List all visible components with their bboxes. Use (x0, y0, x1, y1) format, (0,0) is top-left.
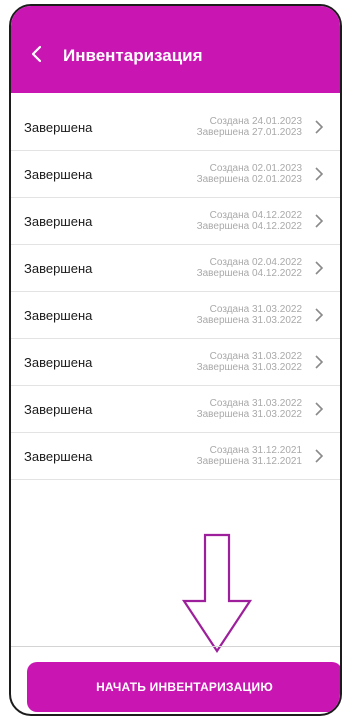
page-title: Инвентаризация (63, 46, 203, 65)
completed-date: Завершена 31.03.2022 (196, 362, 302, 373)
status-label: Завершена (24, 213, 93, 229)
chevron-right-icon (315, 355, 324, 369)
completed-date: Завершена 02.01.2023 (196, 174, 302, 185)
status-label: Завершена (24, 354, 93, 370)
created-date: Создана 31.03.2022 (209, 398, 302, 409)
completed-date: Завершена 31.12.2021 (196, 456, 302, 467)
created-date: Создана 02.04.2022 (209, 257, 302, 268)
down-arrow-icon (181, 533, 253, 653)
back-button[interactable] (23, 41, 49, 67)
status-label: Завершена (24, 166, 93, 182)
created-date: Создана 02.01.2023 (209, 163, 302, 174)
completed-date: Завершена 27.01.2023 (196, 127, 302, 138)
status-label: Завершена (24, 260, 93, 276)
created-date: Создана 31.03.2022 (209, 304, 302, 315)
chevron-right-icon (315, 308, 324, 322)
completed-date: Завершена 31.03.2022 (196, 409, 302, 420)
start-inventory-button[interactable]: НАЧАТЬ ИНВЕНТАРИЗАЦИЮ (27, 662, 340, 712)
status-label: Завершена (24, 119, 93, 135)
chevron-right-icon (315, 214, 324, 228)
completed-date: Завершена 04.12.2022 (196, 268, 302, 279)
dates: Создана 24.01.2023 Завершена 27.01.2023 (197, 116, 302, 138)
status-label: Завершена (24, 401, 93, 417)
list-item[interactable]: Завершена Создана 31.12.2021 Завершена 3… (11, 433, 340, 480)
inventory-list: Завершена Создана 24.01.2023 Завершена 2… (11, 104, 340, 480)
app-header: Инвентаризация (11, 6, 340, 93)
dates: Создана 31.03.2022 Завершена 31.03.2022 (197, 398, 302, 420)
dates: Создана 02.01.2023 Завершена 02.01.2023 (197, 163, 302, 185)
status-label: Завершена (24, 307, 93, 323)
list-item[interactable]: Завершена Создана 31.03.2022 Завершена 3… (11, 386, 340, 433)
status-label: Завершена (24, 448, 93, 464)
footer-divider (11, 646, 340, 647)
chevron-left-icon (31, 45, 42, 63)
chevron-right-icon (315, 449, 324, 463)
phone-frame: Инвентаризация Завершена Создана 24.01.2… (9, 4, 342, 716)
dates: Создана 31.12.2021 Завершена 31.12.2021 (197, 445, 302, 467)
list-item[interactable]: Завершена Создана 31.03.2022 Завершена 3… (11, 339, 340, 386)
chevron-right-icon (315, 120, 324, 134)
created-date: Создана 04.12.2022 (209, 210, 302, 221)
dates: Создана 31.03.2022 Завершена 31.03.2022 (197, 351, 302, 373)
list-item[interactable]: Завершена Создана 24.01.2023 Завершена 2… (11, 104, 340, 151)
chevron-right-icon (315, 261, 324, 275)
list-item[interactable]: Завершена Создана 02.01.2023 Завершена 0… (11, 151, 340, 198)
created-date: Создана 24.01.2023 (209, 116, 302, 127)
dates: Создана 02.04.2022 Завершена 04.12.2022 (197, 257, 302, 279)
list-item[interactable]: Завершена Создана 31.03.2022 Завершена 3… (11, 292, 340, 339)
list-item[interactable]: Завершена Создана 04.12.2022 Завершена 0… (11, 198, 340, 245)
dates: Создана 31.03.2022 Завершена 31.03.2022 (197, 304, 302, 326)
completed-date: Завершена 31.03.2022 (196, 315, 302, 326)
dates: Создана 04.12.2022 Завершена 04.12.2022 (197, 210, 302, 232)
created-date: Создана 31.12.2021 (209, 445, 302, 456)
chevron-right-icon (315, 402, 324, 416)
chevron-right-icon (315, 167, 324, 181)
created-date: Создана 31.03.2022 (209, 351, 302, 362)
completed-date: Завершена 04.12.2022 (196, 221, 302, 232)
list-item[interactable]: Завершена Создана 02.04.2022 Завершена 0… (11, 245, 340, 292)
